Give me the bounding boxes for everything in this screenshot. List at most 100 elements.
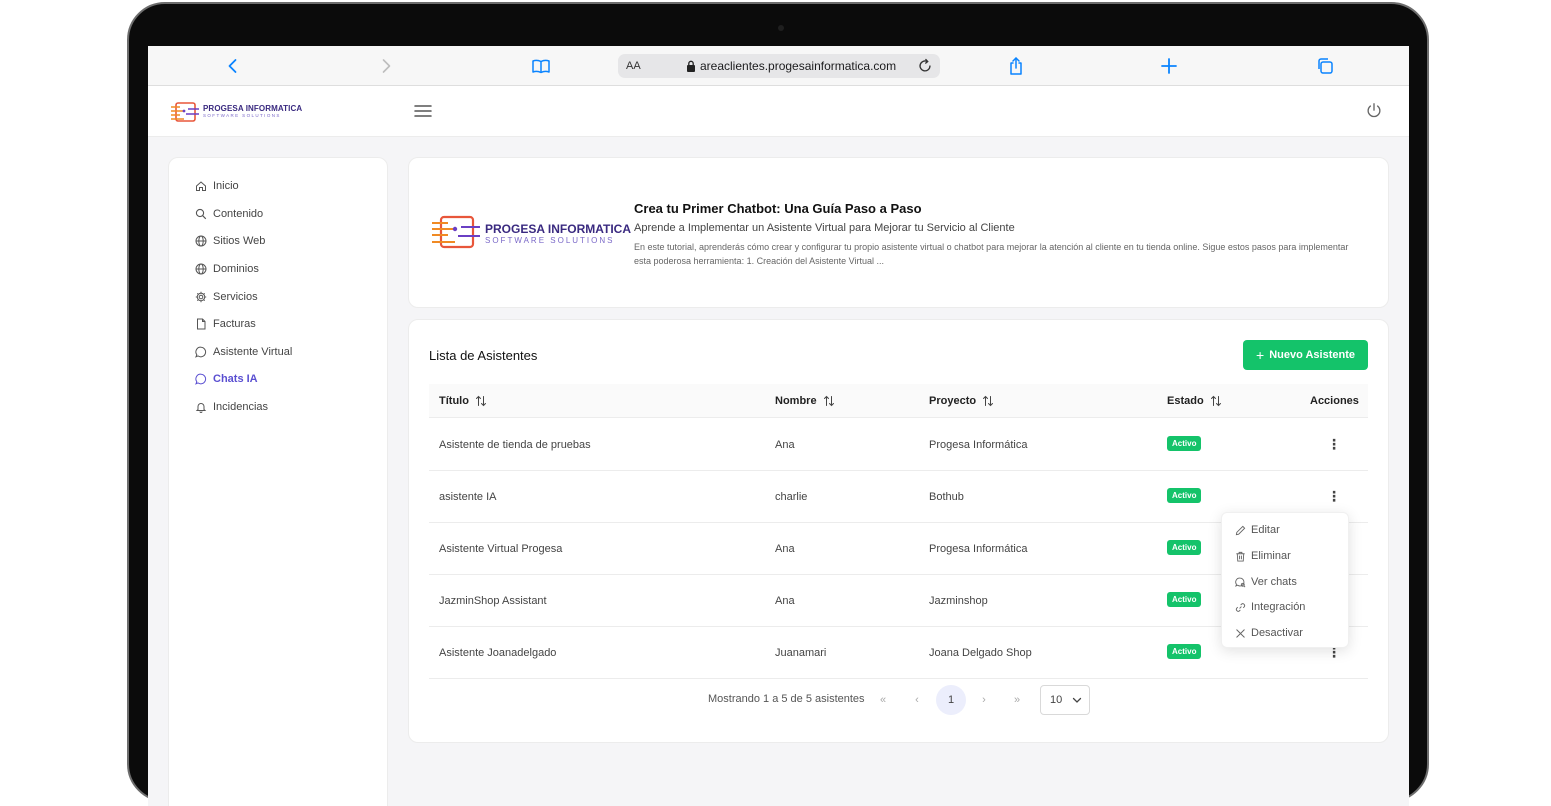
banner-title: Crea tu Primer Chatbot: Una Guía Paso a … bbox=[634, 201, 922, 216]
pencil-icon bbox=[1235, 525, 1246, 535]
cell-nombre: Ana bbox=[775, 439, 795, 451]
brand-logo[interactable]: PROGESA INFORMATICA SOFTWARE SOLUTIONS bbox=[170, 101, 303, 123]
sidebar-item-sitios-web[interactable]: Sitios Web bbox=[195, 232, 265, 250]
prev-page-button[interactable]: ‹ bbox=[904, 687, 930, 713]
menu-item-integracion[interactable]: Integración bbox=[1235, 599, 1305, 615]
cell-proyecto: Bothub bbox=[929, 491, 964, 503]
next-page-button[interactable]: › bbox=[971, 687, 997, 713]
chevron-down-icon bbox=[1072, 697, 1082, 703]
globe-icon bbox=[195, 235, 207, 247]
list-title: Lista de Asistentes bbox=[429, 348, 538, 363]
last-page-button[interactable]: » bbox=[1004, 687, 1030, 713]
cell-nombre: charlie bbox=[775, 491, 808, 503]
sidebar-item-incidencias[interactable]: Incidencias bbox=[195, 398, 268, 416]
sidebar-item-label: Servicios bbox=[213, 291, 258, 303]
sidebar-item-label: Contenido bbox=[213, 208, 264, 220]
file-icon bbox=[197, 318, 206, 330]
power-icon[interactable] bbox=[1365, 102, 1383, 120]
sidebar-item-servicios[interactable]: Servicios bbox=[195, 288, 258, 306]
per-page-value: 10 bbox=[1050, 694, 1063, 706]
screen: AA areaclientes.progesainformatica.com P… bbox=[148, 46, 1409, 806]
bell-icon bbox=[195, 403, 207, 413]
reload-icon[interactable] bbox=[916, 57, 934, 75]
cell-titulo: Asistente de tienda de pruebas bbox=[439, 439, 591, 451]
cell-proyecto: Jazminshop bbox=[929, 595, 988, 607]
plus-icon: + bbox=[1256, 347, 1265, 363]
menu-item-label: Editar bbox=[1251, 524, 1280, 536]
column-label: Proyecto bbox=[929, 395, 977, 407]
column-header-nombre[interactable]: Nombre bbox=[775, 395, 835, 407]
menu-item-label: Ver chats bbox=[1251, 576, 1297, 588]
share-icon[interactable] bbox=[1005, 55, 1027, 77]
chat-search-icon bbox=[1235, 577, 1246, 587]
column-header-proyecto[interactable]: Proyecto bbox=[929, 395, 994, 407]
column-header-estado[interactable]: Estado bbox=[1167, 395, 1222, 407]
menu-item-label: Desactivar bbox=[1251, 627, 1303, 639]
column-header-acciones: Acciones bbox=[1310, 395, 1359, 407]
cell-proyecto: Joana Delgado Shop bbox=[929, 647, 1032, 659]
bookmarks-icon[interactable] bbox=[530, 55, 552, 77]
cell-nombre: Juanamari bbox=[775, 647, 827, 659]
brand-name: PROGESA INFORMATICA bbox=[203, 104, 303, 113]
sidebar: Inicio Contenido Sitios Web Dominios Ser… bbox=[168, 157, 388, 806]
text-size-button[interactable]: AA bbox=[626, 60, 641, 72]
home-icon bbox=[196, 181, 206, 191]
menu-item-label: Eliminar bbox=[1251, 550, 1291, 562]
cell-titulo: Asistente Virtual Progesa bbox=[439, 543, 563, 555]
per-page-select[interactable]: 10 bbox=[1040, 685, 1090, 715]
new-assistant-label: Nuevo Asistente bbox=[1269, 349, 1355, 361]
menu-item-ver-chats[interactable]: Ver chats bbox=[1235, 574, 1297, 590]
menu-item-desactivar[interactable]: Desactivar bbox=[1235, 625, 1303, 641]
pagination: Mostrando 1 a 5 de 5 asistentes « ‹ 1 › … bbox=[409, 684, 1390, 716]
sidebar-item-dominios[interactable]: Dominios bbox=[195, 260, 259, 278]
sidebar-item-inicio[interactable]: Inicio bbox=[195, 177, 239, 195]
sort-icon bbox=[823, 395, 834, 407]
sidebar-item-label: Dominios bbox=[213, 263, 259, 275]
sidebar-item-label: Facturas bbox=[213, 318, 256, 330]
banner-description: En este tutorial, aprenderás cómo crear … bbox=[634, 242, 1349, 266]
pagination-info: Mostrando 1 a 5 de 5 asistentes bbox=[708, 693, 865, 705]
sidebar-item-facturas[interactable]: Facturas bbox=[195, 315, 256, 333]
tutorial-banner[interactable]: PROGESA INFORMATICA SOFTWARE SOLUTIONS C… bbox=[408, 157, 1389, 308]
row-actions-icon[interactable]: ⋮ bbox=[1327, 488, 1341, 504]
new-assistant-button[interactable]: + Nuevo Asistente bbox=[1243, 340, 1368, 370]
url-text: areaclientes.progesainformatica.com bbox=[700, 59, 897, 73]
page-button-current[interactable]: 1 bbox=[936, 685, 966, 715]
row-actions-icon[interactable]: ⋮ bbox=[1327, 436, 1341, 452]
row-actions-menu: Editar Eliminar Ver chats Integración De… bbox=[1221, 512, 1349, 648]
brand-name: PROGESA INFORMATICA bbox=[485, 222, 631, 236]
status-badge: Activo bbox=[1167, 592, 1202, 607]
status-badge: Activo bbox=[1167, 540, 1202, 555]
menu-item-editar[interactable]: Editar bbox=[1235, 522, 1280, 538]
sidebar-item-label: Incidencias bbox=[213, 401, 269, 413]
forward-icon[interactable] bbox=[375, 55, 397, 77]
sort-icon bbox=[475, 395, 486, 407]
table-row: Asistente de tienda de pruebas Ana Proge… bbox=[429, 419, 1368, 471]
sidebar-item-label: Inicio bbox=[213, 180, 239, 192]
tabs-icon[interactable] bbox=[1314, 55, 1336, 77]
menu-toggle-icon[interactable] bbox=[414, 103, 432, 119]
sidebar-item-asistente-virtual[interactable]: Asistente Virtual bbox=[195, 343, 292, 361]
cell-titulo: Asistente Joanadelgado bbox=[439, 647, 557, 659]
back-icon[interactable] bbox=[222, 55, 244, 77]
sidebar-item-label: Asistente Virtual bbox=[213, 346, 293, 358]
sidebar-item-contenido[interactable]: Contenido bbox=[195, 205, 263, 223]
column-header-titulo[interactable]: Título bbox=[439, 395, 487, 407]
status-badge: Activo bbox=[1167, 488, 1202, 503]
column-label: Acciones bbox=[1310, 395, 1359, 407]
status-badge: Activo bbox=[1167, 436, 1202, 451]
table-header: Título Nombre Proyecto Estado Acciones bbox=[429, 384, 1368, 418]
new-tab-icon[interactable] bbox=[1158, 55, 1180, 77]
chat-icon bbox=[195, 373, 207, 385]
menu-item-eliminar[interactable]: Eliminar bbox=[1235, 548, 1291, 564]
cell-proyecto: Progesa Informática bbox=[929, 439, 1028, 451]
trash-icon bbox=[1236, 551, 1245, 562]
search-icon bbox=[195, 208, 207, 220]
status-badge: Activo bbox=[1167, 644, 1202, 659]
sidebar-item-chats-ia[interactable]: Chats IA bbox=[195, 370, 258, 388]
chat-icon bbox=[195, 346, 207, 358]
column-label: Título bbox=[439, 395, 469, 407]
address-bar[interactable]: AA areaclientes.progesainformatica.com bbox=[618, 54, 940, 78]
close-icon bbox=[1236, 628, 1245, 638]
first-page-button[interactable]: « bbox=[870, 687, 896, 713]
